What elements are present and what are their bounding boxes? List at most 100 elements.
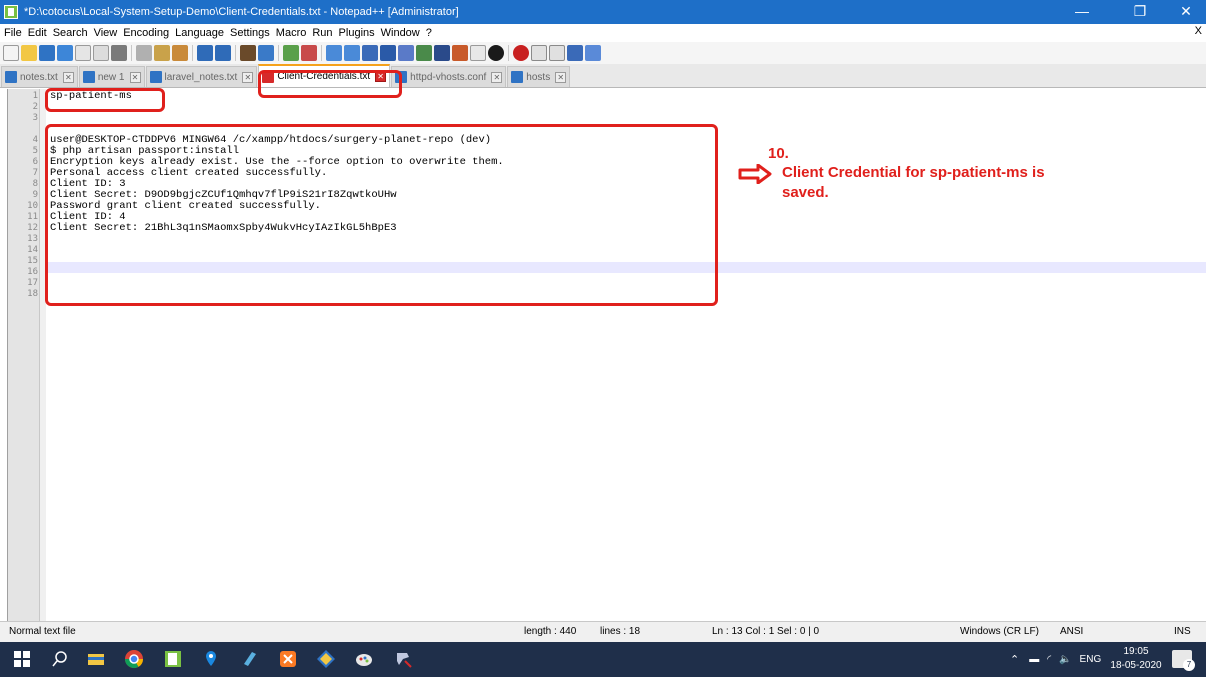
menu-encoding[interactable]: Encoding (123, 27, 169, 39)
close-file-icon[interactable] (75, 45, 91, 61)
maps-icon[interactable] (201, 649, 221, 669)
line-number: 8 (32, 179, 38, 189)
menu-help[interactable]: ? (426, 27, 432, 39)
annotation-step-number: 10. (768, 145, 789, 162)
notepad-plus-plus-icon[interactable] (163, 649, 183, 669)
menu-file[interactable]: File (4, 27, 22, 39)
volume-icon[interactable]: 🔈 (1059, 654, 1071, 665)
menu-run[interactable]: Run (312, 27, 332, 39)
toolbar (0, 42, 1206, 64)
tool-icon[interactable] (393, 649, 413, 669)
chevron-up-icon[interactable]: ⌃ (1010, 653, 1019, 666)
clock-date: 18-05-2020 (1110, 660, 1162, 671)
line-number-gutter: 1 2 3 4 5 6 7 8 9 10 11 12 13 14 15 16 1… (8, 89, 40, 621)
copy-icon[interactable] (154, 45, 170, 61)
tab-new-1[interactable]: new 1 ✕ (78, 66, 145, 87)
tab-hosts[interactable]: hosts ✕ (507, 66, 571, 87)
folder-workspace-icon[interactable] (470, 45, 486, 61)
menu-view[interactable]: View (94, 27, 118, 39)
annotation-tab-highlight (258, 70, 402, 98)
close-tab-icon[interactable]: ✕ (129, 71, 141, 83)
tab-laravel-notes[interactable]: laravel_notes.txt ✕ (145, 66, 258, 87)
title-bar: *D:\cotocus\Local-System-Setup-Demo\Clie… (0, 0, 1206, 24)
line-number: 17 (27, 278, 38, 288)
close-document-button[interactable]: X (1195, 25, 1202, 37)
save-all-icon[interactable] (57, 45, 73, 61)
new-file-icon[interactable] (3, 45, 19, 61)
paste-icon[interactable] (172, 45, 188, 61)
line-number: 4 (32, 135, 38, 145)
sync-horizontal-icon[interactable] (344, 45, 360, 61)
file-saved-icon (5, 71, 17, 83)
wifi-icon[interactable]: ◜ (1047, 654, 1051, 665)
line-number: 14 (27, 245, 38, 255)
zoom-out-icon[interactable] (301, 45, 317, 61)
line-number: 16 (27, 267, 38, 277)
menu-macro[interactable]: Macro (276, 27, 307, 39)
play-macro-icon[interactable] (549, 45, 565, 61)
tab-notes[interactable]: notes.txt ✕ (1, 66, 78, 87)
redo-icon[interactable] (215, 45, 231, 61)
close-tab-icon[interactable]: ✕ (62, 71, 74, 83)
paint-icon[interactable] (354, 649, 374, 669)
zoom-in-icon[interactable] (283, 45, 299, 61)
document-map-icon[interactable] (434, 45, 450, 61)
annotation-name-highlight (45, 88, 165, 112)
search-icon[interactable] (50, 649, 70, 669)
menu-search[interactable]: Search (53, 27, 88, 39)
menu-plugins[interactable]: Plugins (339, 27, 375, 39)
undo-icon[interactable] (197, 45, 213, 61)
cut-icon[interactable] (136, 45, 152, 61)
line-number: 10 (27, 201, 38, 211)
toolbar-separator (278, 45, 279, 61)
word-wrap-icon[interactable] (362, 45, 378, 61)
menu-edit[interactable]: Edit (28, 27, 47, 39)
indent-guide-icon[interactable] (398, 45, 414, 61)
close-tab-icon[interactable]: ✕ (242, 71, 254, 83)
replace-icon[interactable] (258, 45, 274, 61)
xampp-icon[interactable] (278, 649, 298, 669)
function-list-icon[interactable] (452, 45, 468, 61)
minimize-button[interactable]: — (1062, 0, 1102, 24)
tab-httpd-vhosts[interactable]: httpd-vhosts.conf ✕ (391, 66, 507, 87)
clock[interactable]: 19:05 18-05-2020 (1108, 645, 1164, 673)
find-icon[interactable] (240, 45, 256, 61)
close-tab-icon[interactable]: ✕ (491, 71, 503, 83)
annotation-arrow-icon (738, 164, 772, 184)
open-file-icon[interactable] (21, 45, 37, 61)
maximize-button[interactable]: ❐ (1120, 0, 1160, 24)
menu-window[interactable]: Window (381, 27, 420, 39)
status-bar: Normal text file length : 440 lines : 18… (0, 621, 1206, 642)
run-macro-multiple-icon[interactable] (567, 45, 583, 61)
toolbar-separator (131, 45, 132, 61)
notification-center-icon[interactable]: 7 (1172, 650, 1195, 671)
app-icon[interactable] (240, 649, 260, 669)
file-explorer-icon[interactable] (86, 649, 106, 669)
close-all-icon[interactable] (93, 45, 109, 61)
stop-macro-icon[interactable] (531, 45, 547, 61)
git-icon[interactable] (316, 649, 336, 669)
language-indicator[interactable]: ENG (1080, 654, 1102, 665)
user-language-icon[interactable] (416, 45, 432, 61)
save-macro-icon[interactable] (585, 45, 601, 61)
tab-label: laravel_notes.txt (164, 71, 238, 83)
sync-vertical-icon[interactable] (326, 45, 342, 61)
show-all-chars-icon[interactable] (380, 45, 396, 61)
menu-language[interactable]: Language (175, 27, 224, 39)
close-tab-icon[interactable]: ✕ (555, 71, 567, 83)
tab-label: notes.txt (20, 71, 58, 83)
windows-start-icon[interactable] (12, 649, 32, 669)
notification-badge: 7 (1183, 659, 1195, 671)
menu-settings[interactable]: Settings (230, 27, 270, 39)
line-number: 7 (32, 168, 38, 178)
line-number: 12 (27, 223, 38, 233)
network-icon[interactable]: ▬ (1029, 654, 1039, 665)
print-icon[interactable] (111, 45, 127, 61)
close-button[interactable]: ✕ (1166, 0, 1206, 24)
monitoring-icon[interactable] (488, 45, 504, 61)
record-macro-icon[interactable] (513, 45, 529, 61)
line-number: 13 (27, 234, 38, 244)
save-icon[interactable] (39, 45, 55, 61)
toolbar-separator (321, 45, 322, 61)
chrome-icon[interactable] (124, 649, 144, 669)
